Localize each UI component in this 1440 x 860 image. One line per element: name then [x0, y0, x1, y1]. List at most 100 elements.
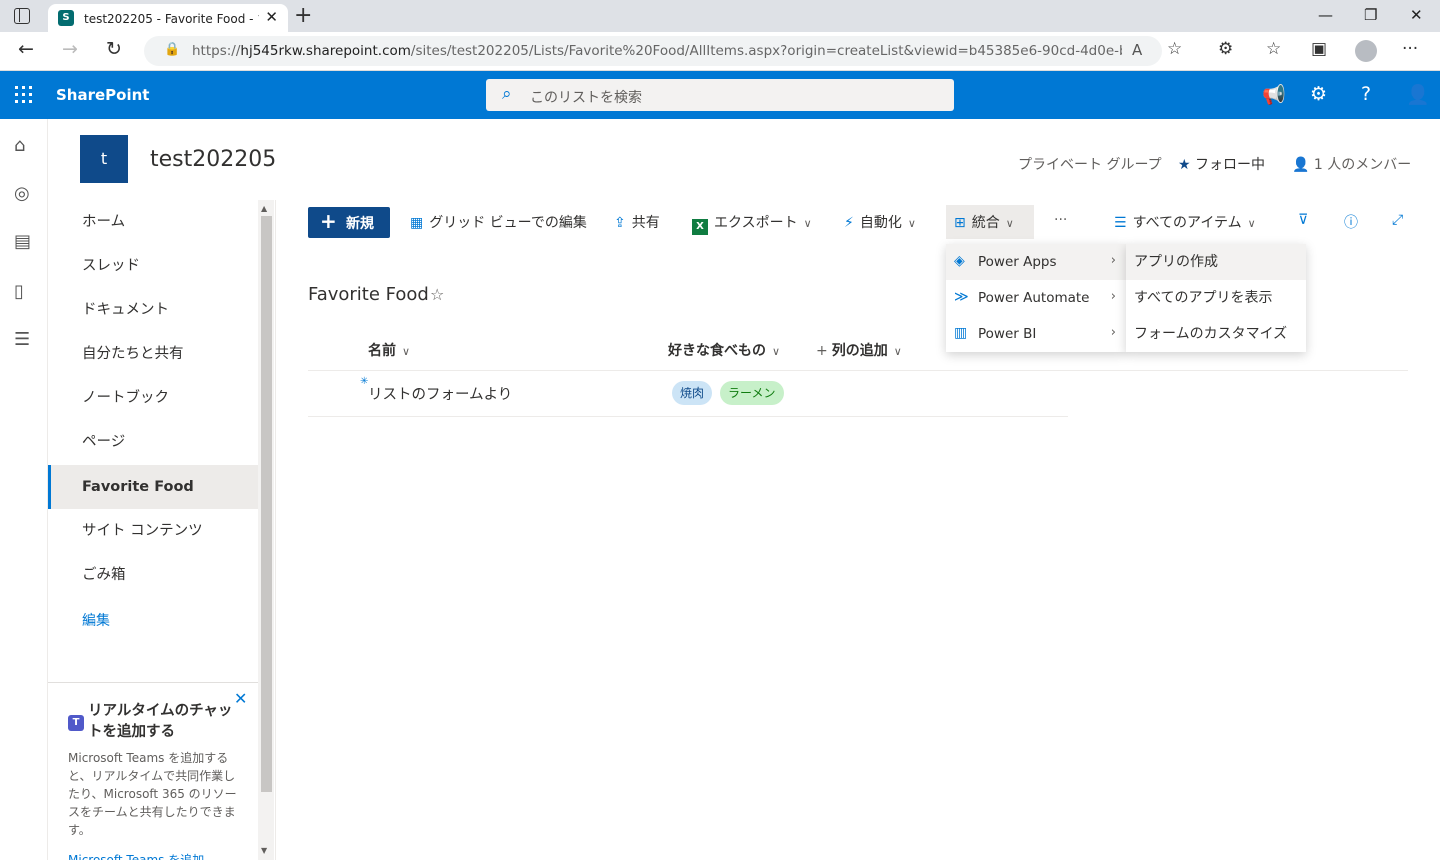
more-icon[interactable]: ··· — [1402, 39, 1418, 59]
app-name[interactable]: SharePoint — [56, 86, 149, 104]
favorites-icon[interactable]: ☆ — [1266, 39, 1281, 59]
lists-icon[interactable]: ☰ — [14, 329, 30, 350]
grid-icon: ▦ — [410, 215, 424, 231]
nav-item-shared[interactable]: 自分たちと共有 — [48, 332, 258, 376]
chevron-down-icon: ∨ — [772, 345, 781, 358]
submenu-see-all-apps[interactable]: すべてのアプリを表示 — [1126, 280, 1306, 316]
more-commands-button[interactable]: ··· — [1054, 212, 1067, 228]
profile-avatar[interactable] — [1355, 40, 1377, 62]
address-bar[interactable]: 🔒 https://hj545rkw.sharepoint.com/sites/… — [144, 36, 1162, 66]
nav-item-notebook[interactable]: ノートブック — [48, 376, 258, 420]
info-icon[interactable]: ⓘ — [1344, 212, 1358, 232]
site-title[interactable]: test202205 — [150, 147, 276, 172]
forward-button[interactable]: → — [62, 38, 78, 60]
tab-actions-icon[interactable] — [14, 8, 30, 24]
add-favorite-icon[interactable]: ☆ — [1167, 39, 1182, 59]
chevron-down-icon: ∨ — [402, 345, 411, 358]
scroll-thumb[interactable] — [261, 216, 272, 792]
nav-scrollbar[interactable]: ▲ ▼ — [258, 200, 274, 860]
menu-item-power-apps[interactable]: ◈ Power Apps › — [946, 244, 1126, 280]
new-tab-button[interactable]: + — [294, 3, 312, 28]
suite-bar: SharePoint ⌕ このリストを検索 📢 ⚙ ? 👤 — [0, 71, 1440, 119]
document-icon[interactable]: ▯ — [14, 281, 24, 302]
site-logo[interactable]: t — [80, 135, 128, 183]
url-text[interactable]: https://hj545rkw.sharepoint.com/sites/te… — [192, 43, 1122, 59]
tag-chip: ラーメン — [720, 381, 784, 405]
privacy-label: プライベート グループ — [1018, 157, 1162, 173]
excel-icon: X — [692, 219, 708, 235]
search-placeholder: このリストを検索 — [530, 90, 642, 106]
minimize-button[interactable]: — — [1318, 6, 1333, 24]
nav-item-home[interactable]: ホーム — [48, 200, 258, 244]
chevron-down-icon: ∨ — [1247, 217, 1256, 230]
new-button[interactable]: + 新規 — [308, 207, 390, 238]
members-button[interactable]: 👤 1 人のメンバー — [1292, 154, 1411, 174]
search-box[interactable]: ⌕ このリストを検索 — [486, 79, 954, 111]
close-tab-icon[interactable]: ✕ — [265, 8, 278, 26]
help-icon[interactable]: ? — [1361, 83, 1371, 105]
close-window-button[interactable]: ✕ — [1410, 6, 1423, 24]
nav-item-threads[interactable]: スレッド — [48, 244, 258, 288]
menu-item-power-bi[interactable]: ▥ Power BI › — [946, 316, 1126, 352]
expand-icon[interactable]: ⤢ — [1392, 212, 1403, 228]
chevron-right-icon: › — [1110, 253, 1116, 268]
menu-item-power-automate[interactable]: ≫ Power Automate › — [946, 280, 1126, 316]
column-header-food[interactable]: 好きな食べもの ∨ — [668, 340, 780, 360]
view-selector[interactable]: ☰ すべてのアイテム ∨ — [1114, 212, 1256, 232]
settings-gear-icon[interactable]: ⚙ — [1310, 83, 1327, 105]
star-filled-icon: ★ — [1178, 157, 1191, 173]
account-icon[interactable]: 👤 — [1406, 83, 1430, 106]
power-apps-submenu: アプリの作成 すべてのアプリを表示 フォームのカスタマイズ — [1126, 244, 1306, 352]
submenu-customize-forms[interactable]: フォームのカスタマイズ — [1126, 316, 1306, 352]
nav-edit-link[interactable]: 編集 — [82, 610, 110, 630]
chevron-right-icon: › — [1110, 325, 1116, 340]
restore-button[interactable]: ❐ — [1364, 6, 1377, 24]
search-icon: ⌕ — [502, 84, 512, 104]
chevron-right-icon: › — [1110, 289, 1116, 304]
export-button[interactable]: X エクスポート ∨ — [692, 212, 812, 235]
automate-button[interactable]: ⚡ 自動化 ∨ — [844, 212, 916, 232]
nav-item-site-contents[interactable]: サイト コンテンツ — [48, 509, 258, 553]
integrate-button[interactable]: ⊞ 統合 ∨ — [954, 212, 1014, 232]
flow-icon: ⚡ — [844, 215, 854, 231]
megaphone-icon[interactable]: 📢 — [1262, 83, 1286, 106]
extensions-icon[interactable]: ⚙ — [1218, 39, 1233, 59]
back-button[interactable]: ← — [18, 38, 34, 60]
share-button[interactable]: ⇪ 共有 — [614, 212, 660, 232]
follow-button[interactable]: ★ フォロー中 — [1178, 154, 1265, 174]
tag-chip: 焼肉 — [672, 381, 713, 405]
collections-icon[interactable]: ▣ — [1311, 39, 1327, 59]
globe-icon[interactable]: ◎ — [14, 183, 30, 204]
power-apps-icon: ◈ — [954, 253, 965, 269]
row-title[interactable]: リストのフォームより — [368, 383, 512, 404]
home-icon[interactable]: ⌂ — [14, 135, 25, 156]
column-header-name[interactable]: 名前 ∨ — [368, 340, 410, 360]
plus-icon: + — [816, 343, 828, 359]
promo-add-teams-link[interactable]: Microsoft Teams を追加 — [68, 851, 204, 860]
lock-icon[interactable]: 🔒 — [164, 42, 180, 57]
scroll-up-icon[interactable]: ▲ — [261, 204, 267, 213]
browser-tab[interactable]: S test202205 - Favorite Food - すべ ✕ — [48, 4, 288, 32]
list-view-icon: ☰ — [1114, 215, 1127, 231]
nav-item-favorite-food[interactable]: Favorite Food — [48, 465, 258, 509]
nav-item-documents[interactable]: ドキュメント — [48, 288, 258, 332]
favorite-star-icon[interactable]: ☆ — [430, 285, 444, 304]
news-icon[interactable]: ▤ — [14, 231, 31, 252]
power-bi-icon: ▥ — [954, 325, 968, 341]
app-launcher-icon[interactable] — [15, 86, 33, 104]
submenu-create-app[interactable]: アプリの作成 — [1126, 244, 1306, 280]
add-column-button[interactable]: + 列の追加 ∨ — [816, 340, 902, 360]
nav-item-recycle-bin[interactable]: ごみ箱 — [48, 553, 258, 597]
read-aloud-icon[interactable]: A — [1132, 41, 1142, 59]
refresh-button[interactable]: ↻ — [106, 38, 122, 60]
tab-title: test202205 - Favorite Food - すべ — [84, 12, 259, 26]
person-icon: 👤 — [1292, 157, 1310, 173]
integrate-menu: ◈ Power Apps › ≫ Power Automate › ▥ Powe… — [946, 244, 1126, 352]
chevron-down-icon: ∨ — [893, 345, 902, 358]
chevron-down-icon: ∨ — [1005, 217, 1014, 230]
scroll-down-icon[interactable]: ▼ — [261, 846, 267, 855]
grid-edit-button[interactable]: ▦ グリッド ビューでの編集 — [410, 212, 587, 232]
browser-tabbar: S test202205 - Favorite Food - すべ ✕ + — … — [0, 0, 1440, 32]
filter-icon[interactable]: ⊽ — [1298, 212, 1308, 228]
nav-item-pages[interactable]: ページ — [48, 420, 258, 464]
